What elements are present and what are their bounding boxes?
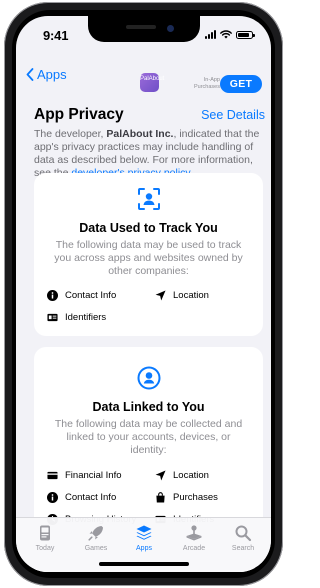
in-app-purchases-label: In-App Purchases	[194, 77, 220, 90]
see-details-link[interactable]: See Details	[201, 108, 265, 122]
nav-bar: Apps PalAbout In-App Purchases GET	[16, 56, 271, 96]
back-button[interactable]: Apps	[26, 67, 67, 82]
shopping-bag-icon	[156, 492, 165, 503]
data-item-financial-info: Financial Info	[47, 470, 122, 481]
cellular-signal-icon	[205, 30, 216, 39]
tab-search[interactable]: Search	[221, 524, 265, 552]
credit-card-icon	[47, 471, 58, 480]
tab-today[interactable]: Today	[23, 524, 67, 552]
developer-name: PalAbout Inc.	[106, 128, 174, 140]
card-title: Data Used to Track You	[79, 221, 218, 235]
app-store-screen: 9:41 Apps PalAbout In-App Purchases GET	[16, 16, 271, 572]
location-arrow-icon	[155, 470, 166, 481]
notch	[88, 16, 200, 42]
back-button-label: Apps	[37, 67, 67, 82]
joystick-icon	[186, 525, 202, 541]
search-icon	[235, 525, 252, 542]
data-item-identifiers: Identifiers	[47, 312, 106, 323]
id-card-icon	[47, 313, 58, 322]
data-item-contact-info: Contact Info	[47, 492, 116, 503]
tab-games[interactable]: Games	[74, 524, 118, 552]
apps-stack-icon	[136, 525, 152, 540]
chevron-left-icon	[26, 68, 34, 81]
page-title: App Privacy	[34, 106, 124, 123]
user-circle-icon	[137, 366, 161, 390]
card-description: The following data may be used to track …	[54, 239, 243, 277]
rocket-icon	[88, 526, 103, 541]
camera	[167, 25, 174, 32]
tab-apps[interactable]: Apps	[122, 524, 166, 552]
speaker	[126, 25, 156, 29]
home-indicator	[99, 562, 189, 566]
data-item-location: Location	[155, 290, 209, 301]
data-item-location: Location	[155, 470, 209, 481]
battery-icon	[236, 30, 255, 39]
app-icon: PalAbout	[140, 73, 164, 92]
status-time: 9:41	[43, 28, 69, 43]
tracking-user-icon	[138, 188, 160, 210]
info-circle-icon	[47, 492, 58, 503]
get-button[interactable]: GET	[220, 75, 262, 93]
tab-arcade[interactable]: Arcade	[172, 524, 216, 552]
tab-bar: Today Games Apps Arcade Search	[16, 517, 271, 572]
location-arrow-icon	[155, 290, 166, 301]
wifi-icon	[220, 30, 232, 39]
card-description: The following data may be collected and …	[54, 418, 243, 456]
info-circle-icon	[47, 290, 58, 301]
data-item-purchases: Purchases	[155, 492, 218, 503]
data-used-to-track-card[interactable]: Data Used to Track You The following dat…	[34, 173, 263, 336]
today-icon	[40, 525, 50, 541]
data-item-contact-info: Contact Info	[47, 290, 116, 301]
card-title: Data Linked to You	[92, 400, 205, 414]
status-icons	[205, 30, 255, 39]
